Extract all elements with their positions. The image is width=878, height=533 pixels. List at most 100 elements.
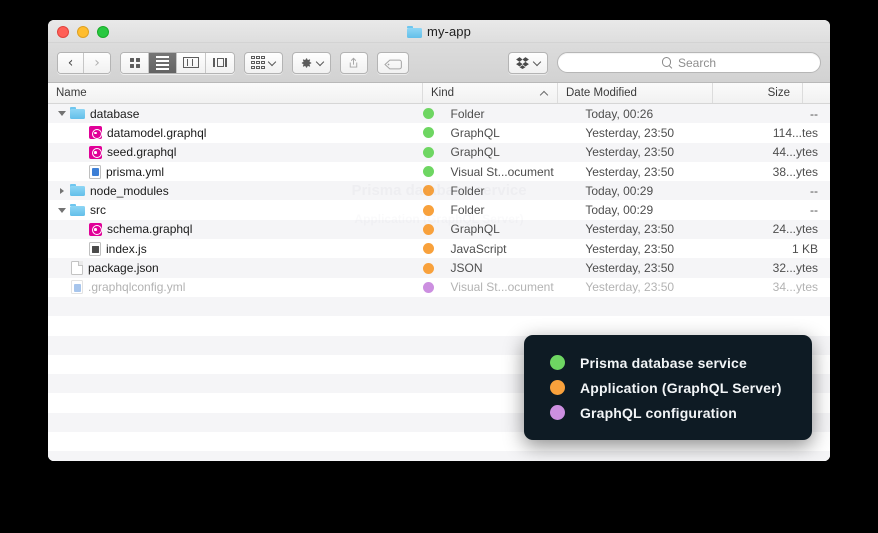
tag-dot-purple [422,281,434,293]
table-row[interactable]: src Folder Today, 00:29 -- [48,200,830,220]
disclosure-triangle-closed-icon[interactable] [54,187,70,194]
search-input[interactable]: Search [678,56,716,70]
file-kind-cell: Visual St...ocument [450,280,554,295]
file-size-cell: 38...ytes [772,164,818,179]
file-date-cell: Yesterday, 23:50 [585,280,675,295]
tag-color-cell [422,166,451,178]
search-field[interactable]: Search [557,52,821,73]
tag-dot-green [422,108,434,120]
legend-item: Prisma database service [524,350,812,375]
legend-label: GraphQL configuration [580,404,737,421]
column-view-button[interactable] [177,52,206,73]
file-name-label: datamodel.graphql [107,125,207,140]
icon-view-button[interactable] [121,52,149,73]
table-row[interactable]: schema.graphql GraphQL Yesterday, 23:50 24.… [48,219,830,240]
file-size-cell: -- [810,106,818,121]
legend-dot [550,355,565,370]
view-mode-buttons [120,51,235,74]
yml-document-icon [89,164,101,179]
tag-color-cell [422,146,451,158]
share-button[interactable] [339,51,368,74]
legend-dot [550,380,565,395]
triangle-icon [58,111,66,117]
column-header-size[interactable]: Size [713,83,803,103]
graphql-icon [89,222,102,236]
list-view-button[interactable] [149,52,177,73]
column-header-name-label: Name [56,87,87,99]
file-size-cell: 114...tes [772,125,818,140]
table-row[interactable]: index.js JavaScript Yesterday, 23:50 1 KB [48,239,830,259]
tag-color-cell [422,281,451,293]
file-date-cell: Today, 00:29 [585,183,654,198]
dropbox-button[interactable] [508,51,548,74]
column-header-date-modified[interactable]: Date Modified [558,83,713,103]
file-name-cell: index.js [48,241,423,256]
file-kind-cell: Folder [450,183,485,198]
file-date-cell: Yesterday, 23:50 [585,261,675,276]
gear-icon [299,56,313,70]
legend-item: Application (GraphQL Server) [524,375,812,400]
file-name-cell: prisma.yml [48,164,423,179]
file-date-cell: Yesterday, 23:50 [585,164,675,179]
column-header-kind-label: Kind [431,87,455,99]
file-kind-cell: Folder [450,203,485,218]
file-name-label: prisma.yml [106,164,165,179]
legend-dot [550,405,565,420]
column-header-name[interactable]: Name [48,83,423,103]
navigation-buttons: ‹ › [57,51,111,74]
table-row[interactable]: .graphqlconfig.yml Visual St...ocument Yes… [48,277,830,297]
window-title: my-app [427,24,471,39]
list-icon [156,55,169,70]
table-row[interactable]: seed.graphql GraphQL Yesterday, 23:50 44...… [48,142,830,162]
tag-color-cell [422,185,451,197]
tag-dot-green [422,127,434,139]
column-header-row: Name Kind Date Modified Size [48,83,830,104]
file-size-cell: 34...ytes [772,280,818,295]
tag-color-cell [422,262,451,274]
file-date-cell: Yesterday, 23:50 [585,125,675,140]
file-size-cell: -- [810,183,818,198]
table-row[interactable]: package.json JSON Yesterday, 23:50 32...yte… [48,258,830,278]
legend-label: Application (GraphQL Server) [580,379,782,396]
file-date-cell: Yesterday, 23:50 [585,241,675,256]
file-name-cell: schema.graphql [48,222,423,236]
file-kind-cell: Visual St...ocument [450,164,554,179]
legend-item: GraphQL configuration [524,400,812,425]
graphql-icon [89,126,102,140]
legend-label: Prisma database service [580,354,747,371]
file-name-cell: node_modules [48,183,423,198]
document-icon [71,261,83,276]
table-row[interactable]: prisma.yml Visual St...ocument Yesterday, … [48,161,830,182]
folder-icon [407,25,423,38]
file-date-cell: Yesterday, 23:50 [585,222,675,237]
file-size-cell: 32...ytes [772,261,818,276]
triangle-icon [58,207,66,213]
file-name-cell: database [48,106,423,121]
chevron-down-icon [269,59,276,66]
file-size-cell: 24...ytes [772,222,818,237]
file-kind-cell: GraphQL [450,222,500,237]
arrange-button[interactable] [244,51,283,74]
dropbox-icon [515,56,530,70]
window-title-area: my-app [48,20,830,43]
forward-button[interactable]: › [84,52,110,73]
gallery-view-button[interactable] [206,52,234,73]
disclosure-triangle-open-icon[interactable] [54,207,70,213]
arrange-grid-icon [251,55,265,70]
folder-icon [70,106,85,121]
disclosure-triangle-open-icon[interactable] [54,111,70,117]
action-menu-button[interactable] [291,51,331,74]
file-date-cell: Yesterday, 23:50 [585,145,675,160]
back-button[interactable]: ‹ [58,52,84,73]
file-kind-cell: GraphQL [450,125,500,140]
table-row[interactable]: datamodel.graphql GraphQL Yesterday, 23:50… [48,123,830,143]
column-header-kind[interactable]: Kind [423,83,558,103]
table-row[interactable]: node_modules Folder Today, 00:29 -- [48,181,830,201]
file-name-cell: package.json [48,261,423,276]
file-kind-cell: GraphQL [450,145,500,160]
tag-dot-orange [422,262,434,274]
file-name-cell: src [48,203,423,218]
tag-button[interactable] [376,51,409,74]
table-row[interactable]: database Folder Today, 00:26 -- [48,104,830,124]
tag-dot-orange [422,223,434,235]
